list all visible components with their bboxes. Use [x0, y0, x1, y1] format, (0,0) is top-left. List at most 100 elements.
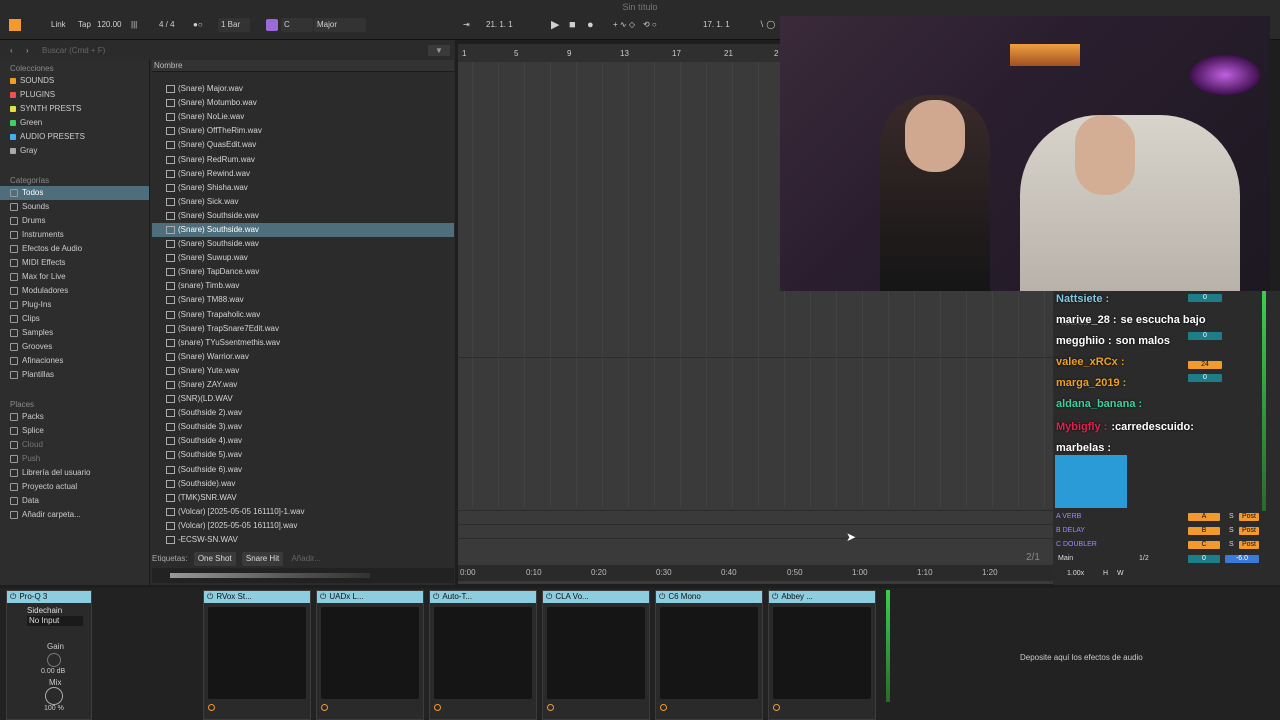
- category-grooves[interactable]: Grooves: [0, 340, 149, 354]
- category-max-for-live[interactable]: Max for Live: [0, 270, 149, 284]
- device-header[interactable]: ⏻ UADx L...: [317, 591, 423, 603]
- file-row[interactable]: (Southside 5).wav: [152, 448, 454, 462]
- file-row[interactable]: (Snare) Motumbo.wav: [152, 96, 454, 110]
- send-chip[interactable]: C: [1188, 541, 1220, 549]
- file-row[interactable]: (Snare) ZAY.wav: [152, 378, 454, 392]
- file-row[interactable]: (Snare) Sick.wav: [152, 195, 454, 209]
- category-clips[interactable]: Clips: [0, 312, 149, 326]
- main-db[interactable]: -6.0: [1225, 555, 1259, 563]
- gain-knob[interactable]: [47, 653, 61, 667]
- file-row[interactable]: (Snare) TapDance.wav: [152, 265, 454, 279]
- return-c-row[interactable]: C DOUBLER C S Post: [1053, 538, 1280, 552]
- loop-end-field[interactable]: 17. 1. 1: [700, 18, 756, 32]
- place-packs[interactable]: Packs: [0, 410, 149, 424]
- device-header[interactable]: ⏻ RVox St...: [204, 591, 310, 603]
- scale-mode-icon[interactable]: [266, 19, 278, 31]
- file-row[interactable]: (Volcar) [2025-05-05 161110]-1.wav: [152, 505, 454, 519]
- tap-button[interactable]: Tap: [75, 18, 94, 32]
- solo-button[interactable]: S: [1229, 510, 1234, 524]
- file-row[interactable]: (snare) Timb.wav: [152, 279, 454, 293]
- solo-button[interactable]: S: [1229, 524, 1234, 538]
- key-dropdown[interactable]: C: [281, 18, 313, 32]
- return-a-row[interactable]: A VERB A S Post: [1053, 510, 1280, 524]
- collection-gray[interactable]: Gray: [0, 144, 149, 158]
- place-add-folder[interactable]: Añadir carpeta...: [0, 508, 149, 522]
- add-tag-button[interactable]: Añadir...: [291, 554, 320, 563]
- device-header[interactable]: ⏻ Auto-T...: [430, 591, 536, 603]
- category-midi-effects[interactable]: MIDI Effects: [0, 256, 149, 270]
- category-templates[interactable]: Plantillas: [0, 368, 149, 382]
- w-button[interactable]: W: [1117, 567, 1124, 581]
- waveform-preview[interactable]: [152, 568, 454, 583]
- file-row[interactable]: (Snare) Southside.wav: [152, 237, 454, 251]
- power-icon[interactable]: ⏻: [433, 591, 439, 603]
- send-chip[interactable]: B: [1188, 527, 1220, 535]
- post-chip[interactable]: Post: [1239, 513, 1259, 521]
- file-row[interactable]: -ECSW-SN.WAV: [152, 533, 454, 547]
- file-row[interactable]: (Snare) Southside.wav: [152, 222, 454, 238]
- file-row[interactable]: (Southside 6).wav: [152, 463, 454, 477]
- main-volume[interactable]: 0: [1188, 555, 1220, 563]
- follow-icon[interactable]: ⇥: [460, 18, 473, 32]
- overdub-icon[interactable]: + ∿ ◇: [610, 18, 638, 32]
- file-row[interactable]: (Snare) RedRum.wav: [152, 152, 454, 166]
- stop-button[interactable]: ■: [566, 18, 579, 32]
- main-ratio[interactable]: 1/2: [1139, 552, 1149, 566]
- file-row[interactable]: (Southside 3).wav: [152, 420, 454, 434]
- power-icon[interactable]: ⏻: [659, 591, 665, 603]
- place-user-library[interactable]: Librería del usuario: [0, 466, 149, 480]
- file-row[interactable]: (Snare) Warrior.wav: [152, 350, 454, 364]
- loop-icon[interactable]: ⟲ ○: [640, 18, 660, 32]
- live-logo-icon[interactable]: [9, 19, 21, 31]
- file-row[interactable]: (TMK)SNR.WAV: [152, 491, 454, 505]
- file-row[interactable]: (SNR)(LD.WAV: [152, 392, 454, 406]
- position-field[interactable]: 21. 1. 1: [483, 18, 539, 32]
- record-mode-icon[interactable]: ●○: [190, 18, 206, 32]
- place-data[interactable]: Data: [0, 494, 149, 508]
- file-row[interactable]: (Snare) Shisha.wav: [152, 181, 454, 195]
- collection-sounds[interactable]: SOUNDS: [0, 74, 149, 88]
- file-row[interactable]: (Snare) TM88.wav: [152, 293, 454, 307]
- category-audio-effects[interactable]: Efectos de Audio: [0, 242, 149, 256]
- draw-mode-icon[interactable]: ∖ ◯: [756, 18, 778, 32]
- collection-green[interactable]: Green: [0, 116, 149, 130]
- name-column-header[interactable]: Nombre: [152, 60, 454, 72]
- category-plugins[interactable]: Plug-Ins: [0, 298, 149, 312]
- category-samples[interactable]: Samples: [0, 326, 149, 340]
- plugin-ui[interactable]: [547, 607, 645, 699]
- scale-dropdown[interactable]: Major: [314, 18, 366, 32]
- file-row[interactable]: (Southside 4).wav: [152, 434, 454, 448]
- collection-plugins[interactable]: PLUGINS: [0, 88, 149, 102]
- file-row[interactable]: (Snare) Rewind.wav: [152, 167, 454, 181]
- file-row[interactable]: (Snare) Suwup.wav: [152, 251, 454, 265]
- file-row[interactable]: (Volcar) [2025-05-05 161110].wav: [152, 519, 454, 533]
- device-header[interactable]: ⏻ CLA Vo...: [543, 591, 649, 603]
- power-icon[interactable]: ⏻: [10, 591, 16, 603]
- device-header[interactable]: ⏻ Pro-Q 3: [7, 591, 91, 603]
- forward-arrow-icon[interactable]: ›: [26, 46, 29, 55]
- mix-knob[interactable]: [45, 687, 63, 705]
- link-button[interactable]: Link: [48, 18, 69, 32]
- place-current-project[interactable]: Proyecto actual: [0, 480, 149, 494]
- category-sounds[interactable]: Sounds: [0, 200, 149, 214]
- device-header[interactable]: ⏻ Abbey ...: [769, 591, 875, 603]
- power-icon[interactable]: ⏻: [772, 591, 778, 603]
- file-row[interactable]: (Snare) QuasEdit.wav: [152, 138, 454, 152]
- device-header[interactable]: ⏻ C6 Mono: [656, 591, 762, 603]
- tempo-scale[interactable]: 1.00x: [1067, 567, 1084, 581]
- collection-audio-presets[interactable]: AUDIO PRESETS: [0, 130, 149, 144]
- search-input[interactable]: Buscar (Cmd + F): [42, 46, 105, 55]
- plugin-ui[interactable]: [208, 607, 306, 699]
- power-icon[interactable]: ⏻: [207, 591, 213, 603]
- power-icon[interactable]: ⏻: [546, 591, 552, 603]
- main-row[interactable]: Main 1/2 0 -6.0: [1053, 552, 1280, 566]
- file-row[interactable]: (Snare) Southside.wav: [152, 209, 454, 223]
- plugin-ui[interactable]: [773, 607, 871, 699]
- send-chip[interactable]: A: [1188, 513, 1220, 521]
- power-icon[interactable]: ⏻: [320, 591, 326, 603]
- tag-snare-hit[interactable]: Snare Hit: [241, 552, 284, 566]
- post-chip[interactable]: Post: [1239, 527, 1259, 535]
- record-button[interactable]: ●: [584, 18, 597, 32]
- place-push[interactable]: Push: [0, 452, 149, 466]
- file-row[interactable]: (Southside).wav: [152, 477, 454, 491]
